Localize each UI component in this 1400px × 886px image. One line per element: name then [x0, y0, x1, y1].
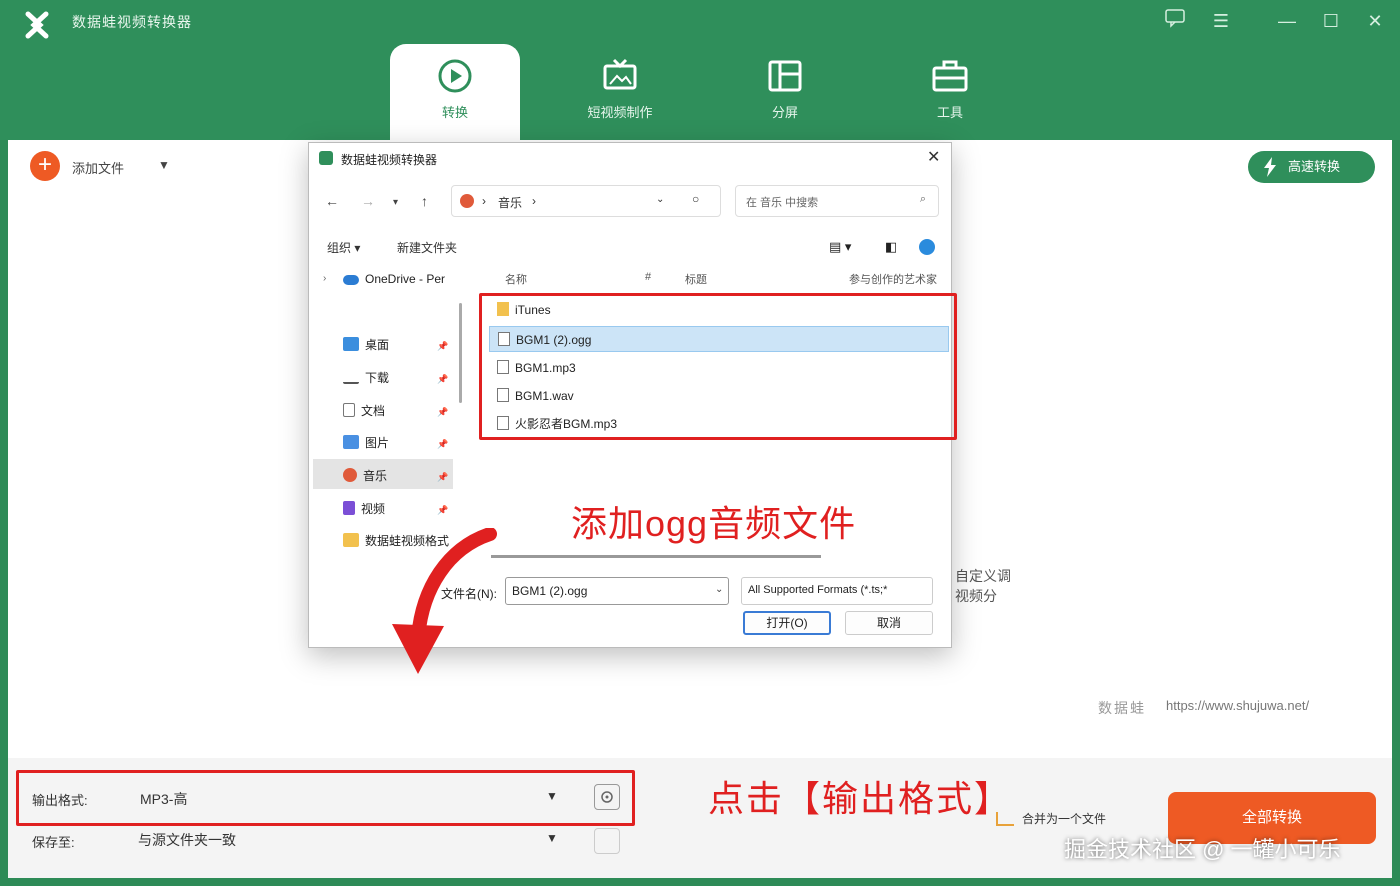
dialog-close-icon[interactable]: ✕: [927, 147, 940, 167]
filename-dropdown-icon[interactable]: ⌄: [715, 584, 723, 595]
tab-short-video[interactable]: 短视频制作: [555, 44, 685, 140]
side-text-split: 视频分: [955, 588, 997, 604]
fast-convert-button[interactable]: 高速转换: [1248, 151, 1375, 183]
download-icon: [343, 370, 359, 384]
tab-tools-label: 工具: [936, 105, 963, 120]
tab-tools[interactable]: 工具: [885, 44, 1015, 140]
pin-icon: 📌: [437, 472, 449, 482]
tree-item-label: 视频: [361, 502, 386, 516]
back-arrow-icon[interactable]: ←: [325, 193, 339, 209]
path-separator-icon: ›: [482, 194, 486, 208]
title-bar: 数据蛙视频转换器 ☰ — ☐ ✕ 转换 短视频制作 分屏 工具: [0, 0, 1400, 140]
tree-item-label: 下载: [365, 371, 390, 385]
tree-item-label: 桌面: [365, 338, 390, 352]
new-folder-button[interactable]: 新建文件夹: [397, 239, 457, 256]
organize-menu[interactable]: 组织 ▾: [327, 239, 360, 256]
tree-item-onedrive[interactable]: OneDrive - Per: [343, 267, 453, 291]
path-separator-icon: ›: [532, 194, 536, 208]
merge-checkbox[interactable]: [996, 812, 1014, 826]
add-file-label: 添加文件: [72, 161, 125, 176]
tab-convert-label: 转换: [441, 105, 468, 120]
help-icon[interactable]: [919, 239, 935, 255]
filetype-select[interactable]: All Supported Formats (*.ts;*: [741, 577, 933, 605]
highlight-output-format: [16, 770, 635, 826]
tv-icon: [603, 58, 637, 90]
filename-input[interactable]: BGM1 (2).ogg: [505, 577, 729, 605]
column-header-title[interactable]: 标题: [685, 271, 707, 287]
highlight-file-list: [479, 293, 957, 440]
tab-short-video-label: 短视频制作: [587, 105, 653, 120]
save-to-chevron-icon[interactable]: ▼: [546, 831, 558, 845]
music-folder-icon: [460, 194, 474, 208]
music-icon: [343, 468, 357, 482]
close-icon[interactable]: ✕: [1360, 8, 1390, 34]
picture-icon: [343, 435, 359, 449]
convert-icon: [438, 59, 472, 93]
search-icon[interactable]: ⌕: [920, 193, 926, 206]
preview-pane-icon[interactable]: ◧: [885, 239, 897, 255]
path-dropdown-icon[interactable]: ⌄: [656, 194, 664, 205]
dialog-title: 数据蛙视频转换器: [341, 153, 438, 167]
annotation-arrow-icon: [392, 528, 497, 674]
side-text-custom: 自定义调: [955, 568, 1011, 584]
desktop-icon: [343, 337, 359, 351]
app-logo-icon: [25, 11, 49, 39]
fast-convert-label: 高速转换: [1288, 159, 1341, 174]
expand-chevron-icon[interactable]: ›: [323, 273, 326, 284]
folder-open-icon[interactable]: [594, 828, 620, 854]
brand-text: 数据蛙: [1098, 700, 1146, 716]
lightning-icon: [1264, 157, 1276, 177]
maximize-icon[interactable]: ☐: [1316, 8, 1346, 34]
plus-icon: +: [30, 151, 60, 181]
open-button[interactable]: 打开(O): [743, 611, 831, 635]
pin-icon: 📌: [437, 407, 449, 417]
menu-icon[interactable]: ☰: [1206, 8, 1236, 34]
dialog-search-input[interactable]: 在 音乐 中搜索 ⌕: [735, 185, 939, 217]
split-screen-icon: [768, 60, 802, 92]
feedback-icon[interactable]: [1160, 8, 1190, 34]
save-to-label: 保存至:: [32, 835, 75, 850]
column-header-name[interactable]: 名称: [505, 271, 527, 287]
tree-item-label: 文档: [361, 404, 386, 418]
folder-icon: [343, 533, 359, 547]
save-to-select[interactable]: 与源文件夹一致: [138, 830, 236, 850]
recent-chevron-icon[interactable]: ▾: [393, 197, 398, 208]
search-placeholder: 在 音乐 中搜索: [746, 197, 819, 209]
column-header-artists[interactable]: 参与创作的艺术家: [849, 271, 937, 287]
add-file-button[interactable]: + 添加文件 ▼: [30, 151, 190, 181]
tab-split-screen[interactable]: 分屏: [720, 44, 850, 140]
pin-icon: 📌: [437, 439, 449, 449]
view-options-icon[interactable]: ▤ ▾: [829, 239, 851, 255]
document-icon: [343, 403, 355, 417]
dialog-app-icon: [319, 151, 333, 165]
tree-scrollbar[interactable]: [459, 303, 462, 403]
pin-icon: 📌: [437, 505, 449, 515]
watermark: 掘金技术社区 @ 一罐小可乐: [1064, 837, 1341, 862]
tree-item-label: 图片: [365, 436, 390, 450]
path-segment-music[interactable]: 音乐: [498, 194, 522, 211]
minimize-icon[interactable]: —: [1272, 8, 1302, 34]
brand-url[interactable]: https://www.shujuwa.net/: [1166, 698, 1309, 713]
app-title: 数据蛙视频转换器: [72, 14, 192, 30]
up-arrow-icon[interactable]: ↑: [421, 193, 428, 209]
cancel-button[interactable]: 取消: [845, 611, 933, 635]
pin-icon: 📌: [437, 341, 449, 351]
file-list-scrollbar[interactable]: [491, 555, 821, 558]
forward-arrow-icon[interactable]: →: [361, 193, 375, 209]
annotation-add-ogg: 添加ogg音频文件: [571, 503, 857, 544]
path-bar[interactable]: › 音乐 › ⌄ ○: [451, 185, 721, 217]
merge-label: 合并为一个文件: [1022, 812, 1107, 826]
refresh-icon[interactable]: ○: [692, 192, 699, 206]
pin-icon: 📌: [437, 374, 449, 384]
tree-item-label: 音乐: [363, 469, 388, 483]
chevron-down-icon[interactable]: ▼: [158, 158, 170, 172]
onedrive-icon: [343, 275, 359, 285]
tree-item-label: OneDrive - Per: [365, 272, 446, 286]
column-header-number[interactable]: #: [645, 271, 651, 283]
tab-convert[interactable]: 转换: [390, 44, 520, 140]
toolbox-icon: [932, 60, 968, 92]
tab-split-screen-label: 分屏: [771, 105, 798, 120]
annotation-click-format: 点击【输出格式】: [708, 778, 1013, 819]
video-icon: [343, 501, 355, 515]
